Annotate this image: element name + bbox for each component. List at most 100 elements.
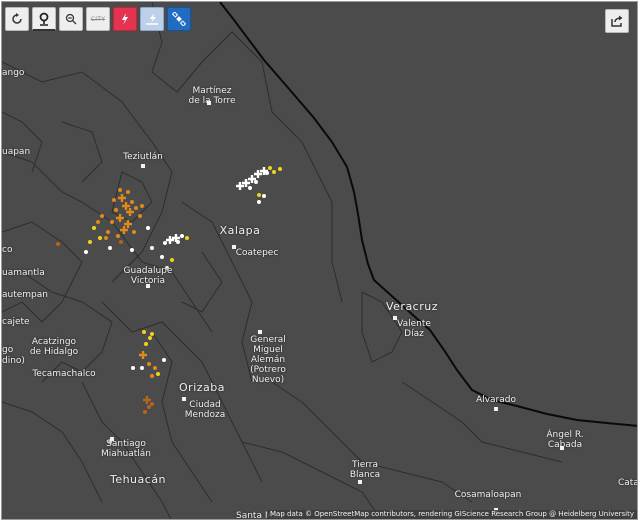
lightning-strike-dot (132, 230, 136, 234)
lightning-strike-dot (150, 402, 154, 406)
satellite-button[interactable] (167, 7, 191, 31)
lightning-strike-dot (248, 186, 252, 190)
place-label-veracruz: Veracruz (385, 300, 439, 313)
lightning-strike-dot (112, 198, 116, 202)
lightning-strike-dot (144, 342, 148, 346)
lightning-strike-dot (143, 410, 147, 414)
city-dot (232, 245, 236, 249)
lightning-strike-dot (148, 336, 152, 340)
place-label-martinez: Martínez de la Torre (188, 86, 236, 106)
map-toolbar: CITY (5, 7, 191, 31)
lightning-strike-cross (143, 396, 151, 404)
lightning-strike-dot (88, 240, 92, 244)
lightning-strike-dot (138, 214, 142, 218)
lightning-strike-cross (118, 194, 126, 202)
lightning-strike-dot (180, 234, 184, 238)
place-label-coatepec: Coatepec (235, 248, 279, 258)
lightning-strike-dot (185, 236, 189, 240)
place-label-orizaba: Orizaba (179, 381, 225, 394)
lightning-strike-dot (170, 258, 174, 262)
place-label-uamantla: uamantla (2, 268, 45, 278)
lightning-strike-dot (265, 171, 269, 175)
city-toggle-button[interactable]: CITY (86, 7, 110, 31)
lightning-strike-dot (108, 246, 112, 250)
pin-button[interactable] (32, 7, 56, 31)
lightning-strike-dot (134, 206, 138, 210)
lightning-strike-dot (96, 220, 100, 224)
lightning-cloud-to-ground-button[interactable] (113, 7, 137, 31)
place-label-autempan: autempan (2, 290, 48, 300)
map-canvas[interactable]: Martínez de la Torre Teziutlán Xalapa Co… (1, 1, 638, 520)
place-label-tecamachalco: Tecamachalco (32, 369, 96, 379)
lightning-strike-dot (56, 242, 60, 246)
zoom-out-button[interactable] (59, 7, 83, 31)
lightning-strike-dot (140, 366, 144, 370)
place-label-teziutlan: Teziutlán (123, 152, 163, 162)
lightning-strike-dot (146, 226, 150, 230)
pin-icon (39, 12, 49, 26)
basemap (2, 2, 637, 519)
lightning-strike-dot (84, 250, 88, 254)
city-dot (141, 164, 145, 168)
city-dot (560, 446, 564, 450)
place-label-ango: ango (2, 68, 25, 78)
lightning-strike-dot (160, 255, 164, 259)
lightning-strike-dot (130, 200, 134, 204)
lightning-intracloud-button[interactable] (140, 7, 164, 31)
place-label-dino: dino) (2, 356, 25, 366)
place-label-santiago: Santiago Miahuatlán (101, 439, 151, 459)
city-dot (182, 397, 186, 401)
place-label-acatzingo: Acatzingo de Hidalgo (29, 337, 79, 357)
lightning-strike-dot (278, 167, 282, 171)
share-icon (611, 15, 623, 27)
place-label-mendoza: Ciudad Mendoza (184, 400, 226, 420)
lightning-strike-dot (268, 166, 272, 170)
place-label-co: co (2, 245, 13, 255)
lightning-strike-dot (262, 194, 266, 198)
place-label-tehuacan: Tehuacán (109, 473, 167, 486)
lightning-strike-dot (118, 188, 122, 192)
lightning-strike-dot (140, 204, 144, 208)
lightning-strike-cross (139, 351, 147, 359)
lightning-strike-dot (114, 208, 118, 212)
lightning-strike-dot (163, 241, 167, 245)
place-label-cata: Cata (618, 478, 638, 488)
lightning-intracloud-icon (146, 13, 158, 25)
city-dot (110, 437, 114, 441)
place-label-alvarado: Alvarado (476, 395, 516, 405)
share-button[interactable] (605, 9, 629, 33)
lightning-strike-dot (272, 170, 276, 174)
lightning-strike-dot (156, 372, 160, 376)
lightning-strike-cross (116, 214, 124, 222)
lightning-strike-dot (92, 226, 96, 230)
place-label-acajete: cajete (2, 317, 30, 327)
lightning-strike-dot (150, 374, 154, 378)
lightning-strike-dot (147, 405, 151, 409)
lightning-strike-dot (119, 240, 123, 244)
zoom-out-icon (65, 13, 77, 25)
refresh-button[interactable] (5, 7, 29, 31)
lightning-strike-dot (153, 366, 157, 370)
lightning-strike-dot (162, 358, 166, 362)
lightning-strike-dot (126, 190, 130, 194)
satellite-icon (172, 12, 186, 26)
place-label-uapan: uapan (2, 147, 31, 157)
city-dot (146, 284, 150, 288)
city-dot (494, 407, 498, 411)
lightning-strike-dot (257, 193, 261, 197)
map-attribution: Map data © OpenStreetMap contributors, r… (267, 510, 637, 519)
refresh-icon (12, 13, 22, 24)
lightning-strike-dot (254, 180, 258, 184)
place-label-valente: Valente Díaz (397, 319, 431, 339)
city-dot (207, 101, 211, 105)
lightning-cloud-to-ground-icon (122, 13, 128, 25)
lightning-strike-dot (104, 236, 108, 240)
city-dot (258, 330, 262, 334)
place-label-guadalupe: Guadalupe Victoria (123, 266, 173, 286)
place-label-go: go (2, 345, 14, 355)
lightning-strike-dot (150, 332, 154, 336)
city-toggle-label: CITY (90, 15, 106, 23)
place-label-angel: Ángel R. Cabada (546, 430, 584, 450)
lightning-strike-dot (106, 230, 110, 234)
lightning-strike-dot (131, 366, 135, 370)
